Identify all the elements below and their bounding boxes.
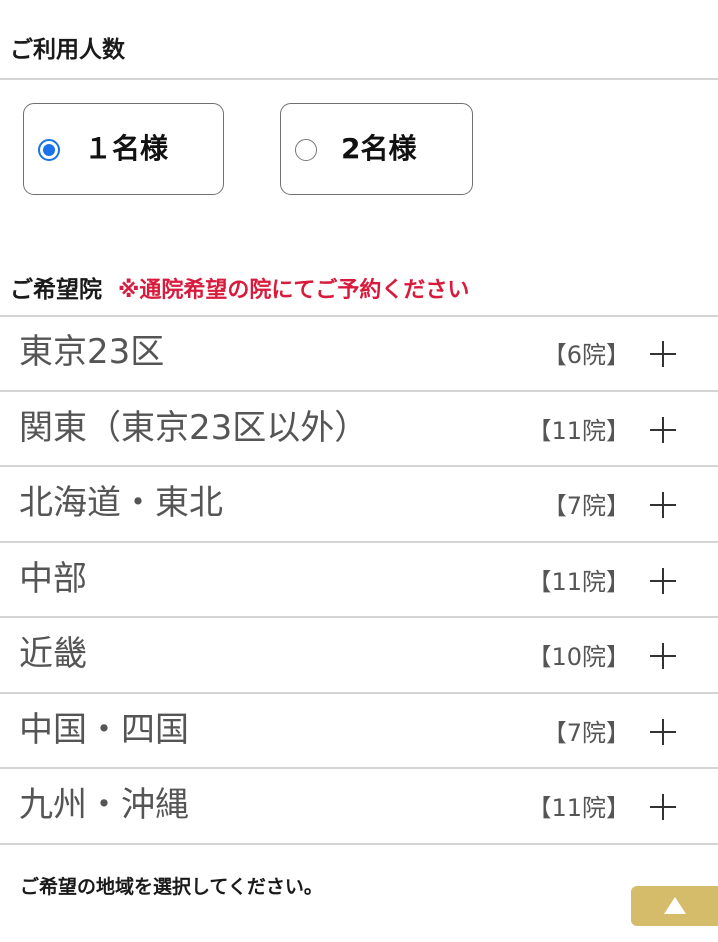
region-name: 中国・四国 xyxy=(19,709,189,750)
clinic-section-header: ご希望院 ※通院希望の院にてご予約ください xyxy=(10,270,469,304)
region-clinic-count: 【11院】 xyxy=(527,567,630,596)
region-row-hokkaido-tohoku[interactable]: 北海道・東北 【7院】 xyxy=(0,467,718,543)
region-accordion-list: 東京23区 【6院】 関東（東京23区以外） 【11院】 北海道・東北 【7院】… xyxy=(0,316,718,845)
radio-label: １名様 xyxy=(84,132,169,165)
radio-label: 2名様 xyxy=(341,132,417,165)
region-clinic-count: 【7院】 xyxy=(542,718,630,747)
region-name: 北海道・東北 xyxy=(19,483,223,523)
region-name: 東京23区 xyxy=(19,332,165,372)
plus-icon[interactable] xyxy=(650,492,676,518)
region-row-kanto[interactable]: 関東（東京23区以外） 【11院】 xyxy=(0,392,718,467)
region-row-chugoku-shikoku[interactable]: 中国・四国 【7院】 xyxy=(0,694,718,769)
plus-icon[interactable] xyxy=(650,643,676,669)
scroll-to-top-button[interactable] xyxy=(631,886,718,926)
radio-button-checked[interactable] xyxy=(38,139,60,161)
region-name: 関東（東京23区以外） xyxy=(19,407,369,448)
triangle-up-icon xyxy=(664,897,686,914)
region-row-kinki[interactable]: 近畿 【10院】 xyxy=(0,618,718,694)
clinic-booking-note: ※通院希望の院にてご予約ください xyxy=(118,278,470,303)
region-clinic-count: 【11院】 xyxy=(527,416,630,445)
plus-icon[interactable] xyxy=(650,794,676,820)
radio-button-unchecked[interactable] xyxy=(295,139,317,161)
region-row-tokyo23[interactable]: 東京23区 【6院】 xyxy=(0,316,718,392)
divider xyxy=(0,78,718,80)
region-name: 中部 xyxy=(19,558,87,599)
region-name: 九州・沖縄 xyxy=(19,785,189,825)
plus-icon[interactable] xyxy=(650,416,676,443)
region-clinic-count: 【10院】 xyxy=(527,643,630,671)
region-select-prompt: ご希望の地域を選択してください。 xyxy=(20,876,323,898)
people-count-title: ご利用人数 xyxy=(10,37,125,63)
region-clinic-count: 【11院】 xyxy=(527,794,630,822)
region-row-chubu[interactable]: 中部 【11院】 xyxy=(0,543,718,618)
radio-option-one-person[interactable]: １名様 xyxy=(23,103,224,195)
clinic-section-title: ご希望院 xyxy=(10,277,102,303)
region-clinic-count: 【7院】 xyxy=(542,492,630,520)
plus-icon[interactable] xyxy=(650,718,676,745)
radio-option-two-people[interactable]: 2名様 xyxy=(280,103,473,195)
region-name: 近畿 xyxy=(19,634,87,674)
region-row-kyushu-okinawa[interactable]: 九州・沖縄 【11院】 xyxy=(0,769,718,845)
region-clinic-count: 【6院】 xyxy=(542,341,630,369)
plus-icon[interactable] xyxy=(650,567,676,594)
plus-icon[interactable] xyxy=(650,341,676,367)
